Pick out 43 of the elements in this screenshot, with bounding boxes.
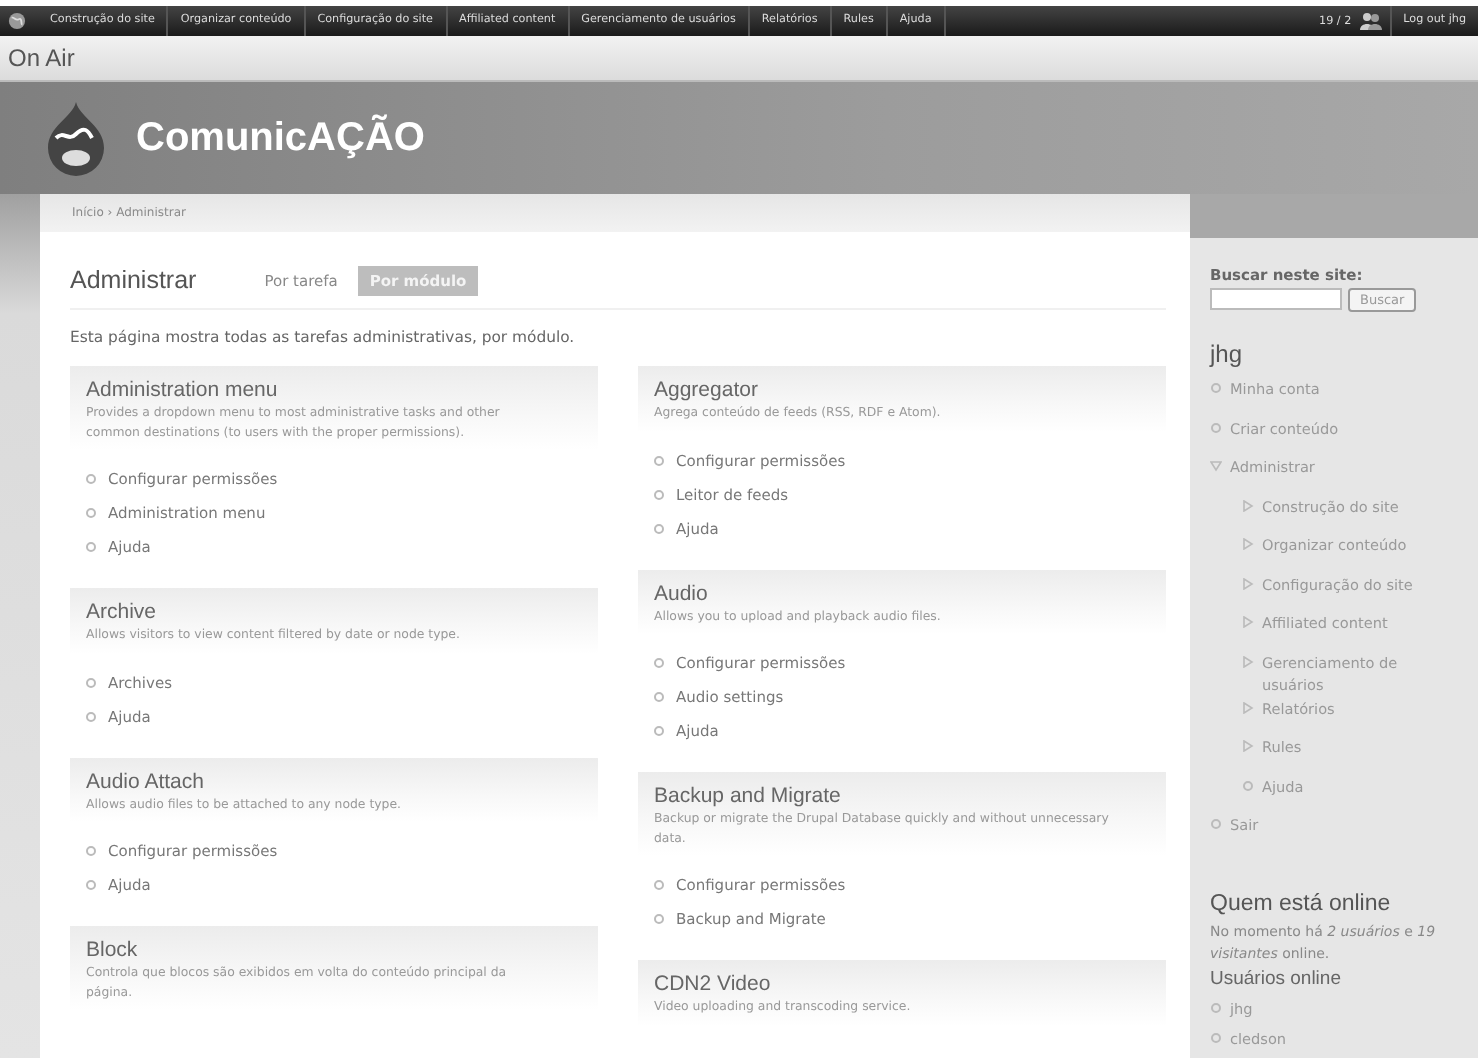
bullet-icon	[654, 658, 664, 668]
triangle-right-icon[interactable]	[1242, 616, 1254, 628]
module-title: CDN2 Video	[654, 972, 773, 996]
triangle-right-icon[interactable]	[1242, 499, 1254, 511]
users-icon	[1359, 12, 1382, 30]
module-title: Backup and Migrate	[654, 784, 843, 808]
bullet-icon	[654, 692, 664, 702]
bullet-icon	[654, 489, 664, 499]
menu-title: jhg	[1210, 340, 1245, 368]
globe-icon[interactable]	[8, 12, 26, 30]
module-title: Audio	[654, 581, 710, 605]
bullet-icon	[1210, 1031, 1222, 1043]
site-title: On Air	[8, 44, 75, 72]
triangle-right-icon[interactable]	[1242, 538, 1254, 550]
bullet-icon	[654, 914, 664, 924]
bullet-icon	[654, 523, 664, 533]
triangle-right-icon[interactable]	[1242, 740, 1254, 752]
drop-logo-icon[interactable]	[44, 98, 108, 178]
bullet-icon	[654, 726, 664, 736]
page-title: Administrar	[70, 266, 197, 294]
triangle-down-icon[interactable]	[1210, 460, 1222, 472]
module-title: Administration menu	[86, 378, 280, 402]
bullet-icon	[86, 508, 96, 518]
bullet-icon	[86, 542, 96, 552]
site-name[interactable]: ComunicAÇÃO	[136, 115, 425, 161]
triangle-right-icon[interactable]	[1242, 701, 1254, 713]
module-title: Aggregator	[654, 378, 760, 402]
bullet-icon	[86, 711, 96, 721]
bullet-icon	[86, 846, 96, 856]
module-title: Audio Attach	[86, 769, 206, 793]
bullet-icon	[654, 880, 664, 890]
online-subtitle: Usuários online	[1210, 967, 1343, 989]
online-title: Quem está online	[1210, 891, 1393, 915]
bullet-icon	[1210, 1001, 1222, 1013]
triangle-right-icon[interactable]	[1242, 577, 1254, 589]
bullet-icon	[654, 455, 664, 465]
module-title: Archive	[86, 600, 159, 624]
bullet-icon	[86, 677, 96, 687]
search-field[interactable]	[1210, 288, 1342, 310]
bullet-icon	[86, 880, 96, 890]
bullet-icon	[86, 474, 96, 484]
triangle-right-icon[interactable]	[1242, 655, 1254, 667]
module-title: Block	[86, 938, 140, 962]
